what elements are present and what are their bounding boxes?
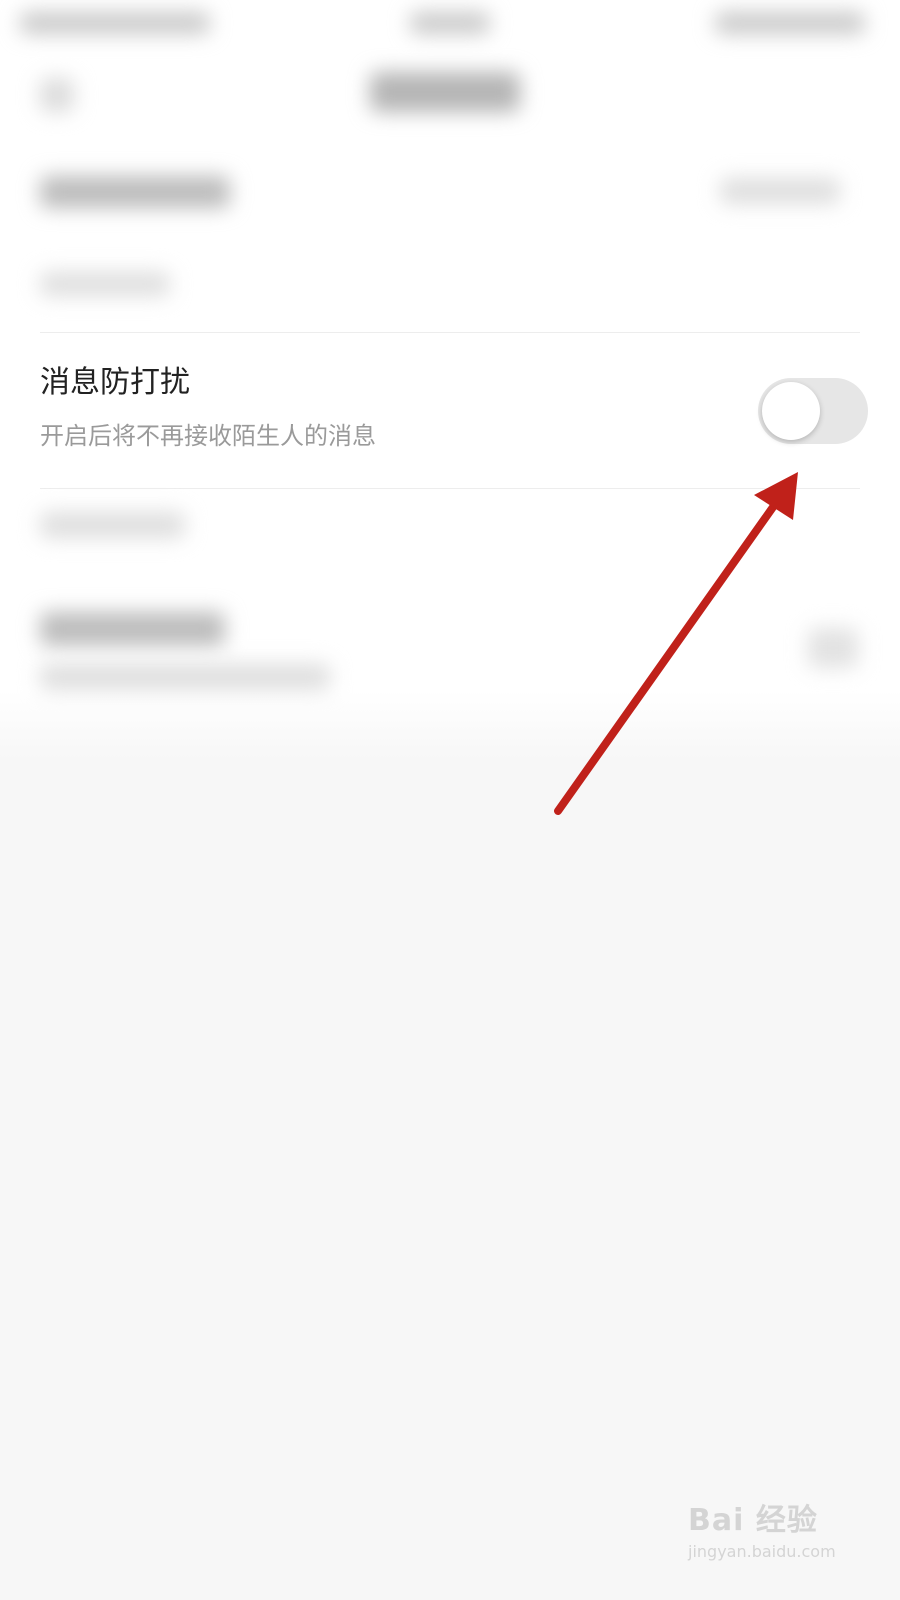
setting-row-1-title-blurred bbox=[40, 176, 230, 208]
watermark-url: jingyan.baidu.com bbox=[688, 1542, 836, 1561]
back-button-blurred[interactable] bbox=[40, 78, 74, 112]
toggle-knob bbox=[762, 382, 820, 440]
status-bar-center-blurred bbox=[410, 12, 490, 34]
status-bar-left-blurred bbox=[20, 12, 210, 34]
page-title-blurred bbox=[370, 72, 520, 112]
setting-row-2-blurred[interactable] bbox=[40, 272, 170, 296]
setting-row-4-desc-blurred bbox=[40, 664, 330, 690]
status-bar-right-blurred bbox=[715, 12, 865, 34]
divider-bottom bbox=[40, 488, 860, 489]
watermark-brand: Bai 经验 bbox=[688, 1503, 818, 1538]
dnd-toggle-switch[interactable] bbox=[758, 378, 868, 444]
setting-description: 开启后将不再接收陌生人的消息 bbox=[40, 422, 376, 450]
panel-fade bbox=[0, 690, 900, 760]
setting-row-3-blurred[interactable] bbox=[40, 512, 185, 538]
divider-top bbox=[40, 332, 860, 333]
setting-row-4-title-blurred bbox=[40, 612, 225, 646]
setting-title: 消息防打扰 bbox=[40, 365, 190, 400]
setting-row-1-value-blurred[interactable] bbox=[720, 178, 840, 204]
watermark: Bai 经验 jingyan.baidu.com bbox=[688, 1506, 836, 1560]
setting-row-4-toggle-blurred[interactable] bbox=[808, 628, 858, 668]
